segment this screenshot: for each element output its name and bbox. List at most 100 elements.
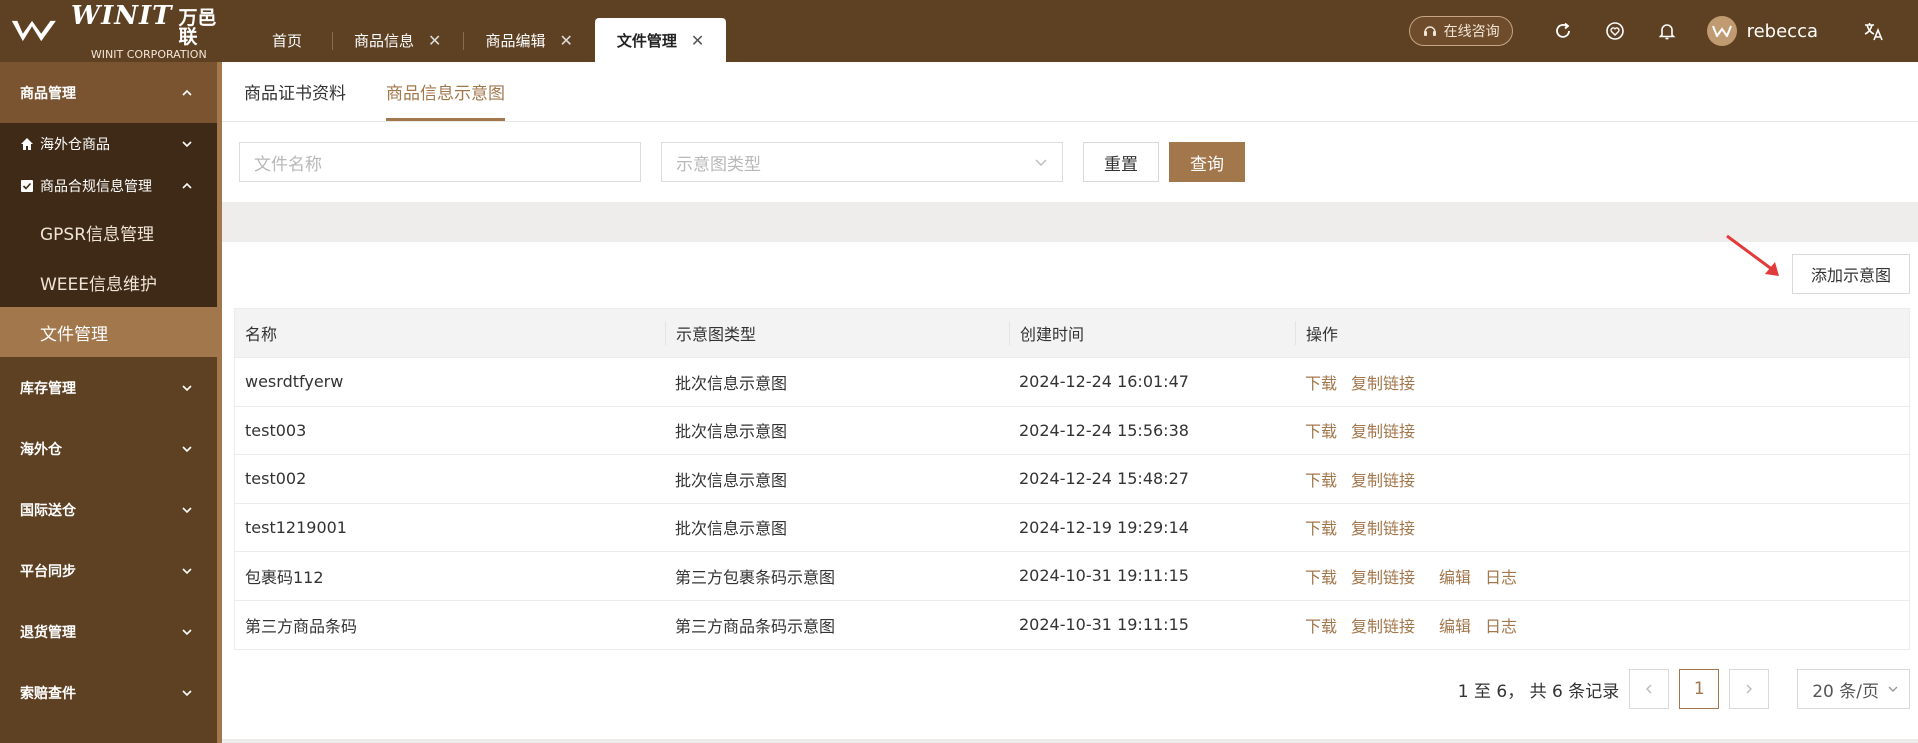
sidebar-item-gpsr[interactable]: GPSR信息管理 (0, 207, 222, 257)
column-header-type: 示意图类型 (665, 321, 1009, 345)
copy-link[interactable]: 复制链接 (1351, 370, 1415, 394)
cell-actions: 下载 复制链接 编辑 日志 (1295, 564, 1909, 588)
diagram-table: 名称 示意图类型 创建时间 操作 wesrdtfyerw 批次信息示意图 2024-… (234, 308, 1910, 650)
sidebar-group-overseas[interactable]: 海外仓 (0, 418, 222, 479)
page-size-select[interactable]: 20 条/页 (1797, 669, 1910, 709)
download-link[interactable]: 下载 (1305, 418, 1337, 442)
checkbox-icon (21, 180, 33, 192)
cell-name: test002 (245, 469, 307, 489)
logo-subtitle: WINIT CORPORATION (90, 47, 207, 61)
cell-name: 第三方商品条码 (245, 616, 358, 636)
subtab-certificates[interactable]: 商品证书资料 (244, 61, 346, 121)
reset-button[interactable]: 重置 (1083, 142, 1159, 182)
chevron-down-icon (182, 689, 192, 696)
table-row: test002 批次信息示意图 2024-12-24 15:48:27 下载 复制链接 (235, 455, 1909, 504)
cell-name: wesrdtfyerw (245, 372, 344, 392)
cell-actions: 下载 复制链接 (1295, 467, 1909, 491)
copy-link[interactable]: 复制链接 (1351, 515, 1415, 539)
add-diagram-button[interactable]: 添加示意图 (1791, 254, 1910, 294)
tab-home[interactable]: 首页 (222, 18, 332, 62)
page-tabs: 首页 商品信息 ✕ 商品编辑 ✕ 文件管理 ✕ (222, 18, 727, 62)
edit-link[interactable]: 编辑 (1439, 613, 1471, 637)
sidebar-group-returns[interactable]: 退货管理 (0, 601, 222, 662)
download-link[interactable]: 下载 (1305, 564, 1337, 588)
diagram-type-select[interactable]: 示意图类型 (661, 142, 1063, 182)
chevron-down-icon (182, 141, 192, 148)
sidebar-group-intl[interactable]: 国际送仓 (0, 479, 222, 540)
sidebar-item-compliance-label: 商品合规信息管理 (40, 179, 152, 195)
log-link[interactable]: 日志 (1485, 564, 1517, 588)
logo[interactable]: WINIT 万邑联 WINIT CORPORATION (0, 0, 222, 62)
file-name-input[interactable]: 文件名称 (239, 142, 641, 182)
log-link[interactable]: 日志 (1485, 613, 1517, 637)
close-icon[interactable]: ✕ (691, 31, 704, 50)
close-icon[interactable]: ✕ (428, 31, 441, 50)
sidebar-group-label: 库存管理 (20, 380, 76, 397)
sidebar-group-sync[interactable]: 平台同步 (0, 540, 222, 601)
subtab-diagrams[interactable]: 商品信息示意图 (386, 61, 505, 121)
translate-icon (1864, 23, 1883, 41)
copy-link[interactable]: 复制链接 (1351, 418, 1415, 442)
home-icon (21, 138, 33, 150)
subtabs: 商品证书资料 商品信息示意图 (222, 62, 1918, 122)
tab-file-management[interactable]: 文件管理 ✕ (594, 18, 727, 62)
chevron-up-icon (182, 182, 192, 189)
avatar (1706, 16, 1737, 46)
sidebar-group-inventory[interactable]: 库存管理 (0, 357, 222, 418)
download-link[interactable]: 下载 (1305, 467, 1337, 491)
edit-link[interactable]: 编辑 (1439, 564, 1471, 588)
filter-bar: 文件名称 示意图类型 重置 查询 (222, 122, 1918, 202)
cell-time: 2024-12-24 15:48:27 (1019, 469, 1189, 489)
cell-type: 批次信息示意图 (675, 422, 788, 442)
chevron-down-icon (1888, 686, 1898, 692)
sidebar-item-weee[interactable]: WEEE信息维护 (0, 257, 222, 307)
tab-label: 文件管理 (616, 31, 677, 50)
user-menu[interactable]: rebecca (1706, 16, 1818, 46)
prev-page-button[interactable] (1629, 669, 1670, 709)
sidebar-item-overseas-goods[interactable]: 海外仓商品 (0, 123, 222, 165)
download-link[interactable]: 下载 (1305, 515, 1337, 539)
cell-type: 第三方包裹条码示意图 (675, 567, 836, 587)
notification-button[interactable] (1641, 21, 1693, 41)
content-panel: 添加示意图 名称 示意图类型 创建时间 操作 wesrdtfyerw 批次信息示意… (222, 234, 1918, 739)
chevron-down-icon (1035, 159, 1047, 166)
sidebar-group-claims[interactable]: 索赔查件 (0, 662, 222, 723)
cell-name: 包裹码112 (245, 567, 324, 587)
chevron-down-icon (182, 445, 192, 452)
table-body: wesrdtfyerw 批次信息示意图 2024-12-24 16:01:47 下载复… (235, 358, 1909, 649)
tab-goods-edit[interactable]: 商品编辑 ✕ (463, 18, 594, 62)
pagination: 1 至 6， 共 6 条记录 1 20 条/页 (1458, 669, 1910, 709)
language-button[interactable] (1848, 20, 1900, 42)
favorite-button[interactable] (1589, 21, 1641, 41)
sidebar: WINIT 万邑联 WINIT CORPORATION 商品管理 海外仓商品 商… (0, 0, 222, 743)
page-button[interactable]: 1 (1679, 669, 1720, 709)
sidebar-goods-submenu: 海外仓商品 商品合规信息管理 GPSR信息管理 WEEE信息维护 文件管理 (0, 123, 222, 357)
tab-label: 商品信息 (354, 31, 415, 50)
table-row: 包裹码112 第三方包裹条码示意图 2024-10-31 19:11:15 下载 复制链… (235, 552, 1909, 601)
download-link[interactable]: 下载 (1305, 613, 1337, 637)
copy-link[interactable]: 复制链接 (1351, 613, 1415, 637)
copy-link[interactable]: 复制链接 (1351, 467, 1415, 491)
table-row: test1219001 批次信息示意图 2024-12-19 19:29:14 下载复… (235, 504, 1909, 552)
refresh-icon (1555, 22, 1570, 38)
cell-actions: 下载 复制链接 (1295, 418, 1909, 442)
refresh-button[interactable] (1537, 21, 1589, 41)
close-icon[interactable]: ✕ (559, 31, 572, 50)
online-consult-button[interactable]: 在线咨询 (1408, 16, 1513, 46)
cell-actions: 下载 复制链接 (1295, 515, 1909, 539)
chevron-down-icon (182, 384, 192, 391)
page-size-label: 20 条/页 (1812, 681, 1879, 702)
table-header: 名称 示意图类型 创建时间 操作 (235, 309, 1909, 358)
next-page-button[interactable] (1729, 669, 1770, 709)
query-button[interactable]: 查询 (1169, 142, 1245, 182)
sidebar-group-goods[interactable]: 商品管理 (0, 62, 222, 123)
chevron-left-icon (1646, 684, 1652, 694)
copy-link[interactable]: 复制链接 (1351, 564, 1415, 588)
download-link[interactable]: 下载 (1305, 370, 1337, 394)
sidebar-item-files[interactable]: 文件管理 (0, 307, 222, 357)
sidebar-item-compliance[interactable]: 商品合规信息管理 (0, 165, 222, 207)
bell-icon (1658, 24, 1676, 40)
tab-goods-info[interactable]: 商品信息 ✕ (332, 18, 463, 62)
main-content: 商品证书资料 商品信息示意图 文件名称 示意图类型 重置 查询 添加示意图 名称… (222, 62, 1918, 743)
cell-time: 2024-10-31 19:11:15 (1019, 615, 1189, 635)
